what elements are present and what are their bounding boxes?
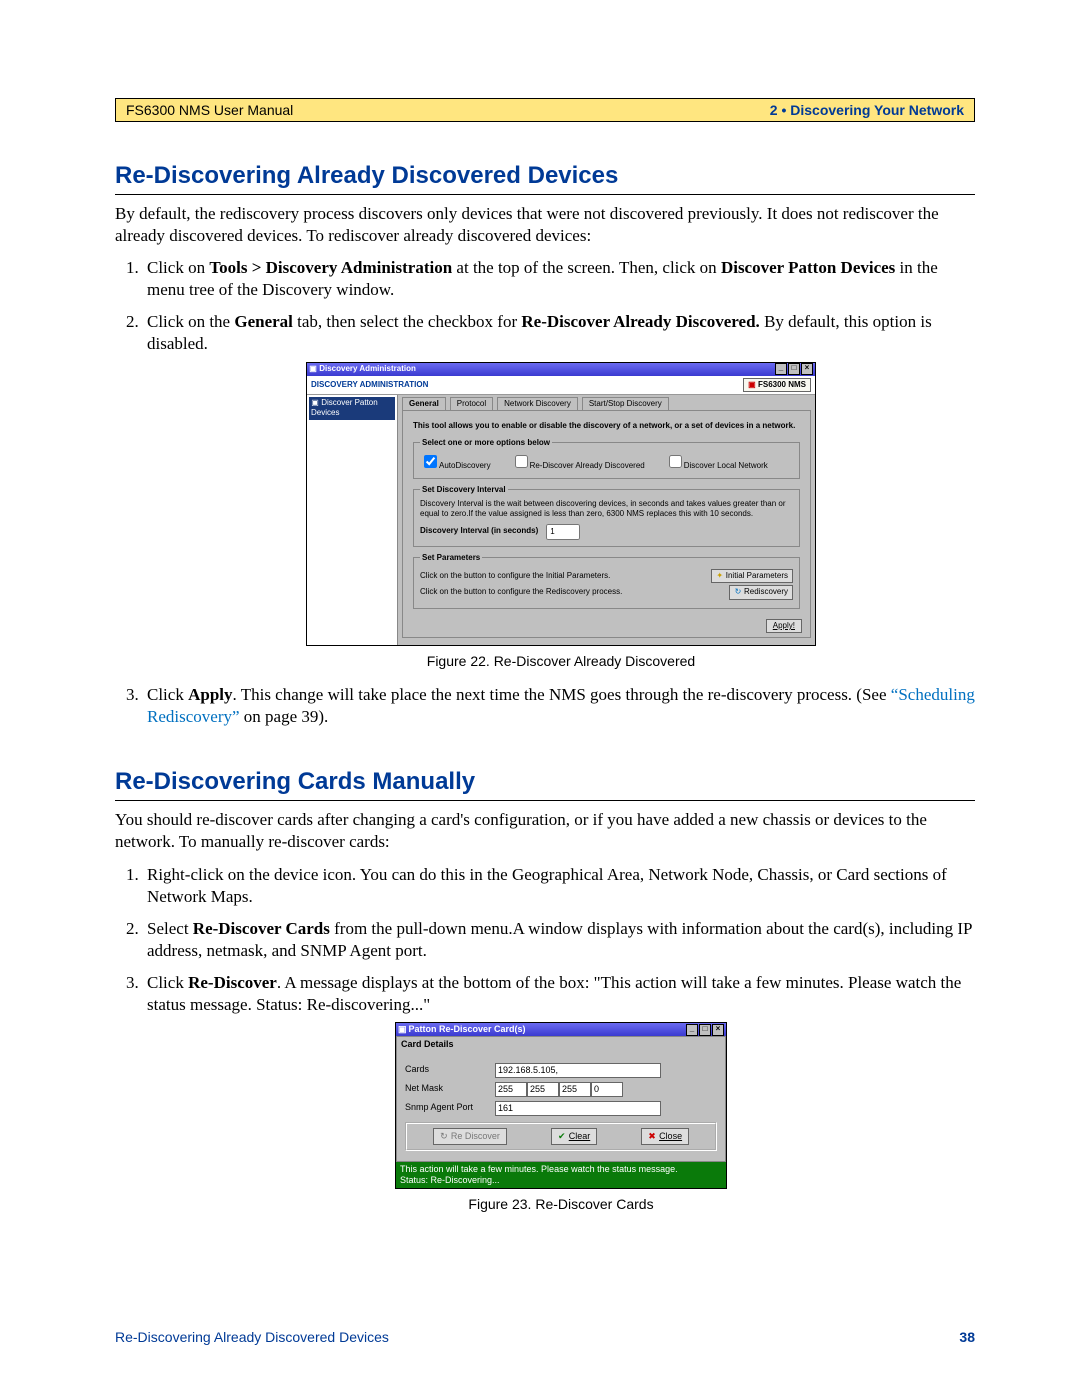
close-button[interactable]: ✖Close	[641, 1128, 689, 1146]
page-footer: Re-Discovering Already Discovered Device…	[115, 1329, 975, 1345]
minimize-icon[interactable]: _	[775, 363, 787, 375]
page-header: FS6300 NMS User Manual 2 • Discovering Y…	[115, 98, 975, 122]
maximize-icon[interactable]: □	[788, 363, 800, 375]
fig23-titlebar: ▣ Patton Re-Discover Card(s) _□×	[396, 1023, 726, 1036]
check-icon: ✔	[558, 1131, 566, 1143]
clear-button[interactable]: ✔Clear	[551, 1128, 598, 1146]
section1-step2: Click on the General tab, then select th…	[143, 311, 975, 670]
refresh-icon: ↻	[734, 587, 742, 597]
fig22-select-options: Select one or more options below AutoDis…	[413, 438, 800, 479]
fig22-discovery-interval: Set Discovery Interval Discovery Interva…	[413, 485, 800, 547]
header-manual-title: FS6300 NMS User Manual	[126, 102, 293, 118]
tab-protocol[interactable]: Protocol	[450, 397, 493, 410]
close-icon[interactable]: ×	[801, 363, 813, 375]
checkbox-rediscover-already[interactable]: Re-Discover Already Discovered	[511, 452, 645, 471]
netmask-octet-1[interactable]	[495, 1082, 527, 1097]
section2-step1: Right-click on the device icon. You can …	[143, 864, 975, 908]
section2-step3: Click Re-Discover. A message displays at…	[143, 972, 975, 1213]
section2-intro: You should re-discover cards after chang…	[115, 809, 975, 853]
fig23-status-bar: This action will take a few minutes. Ple…	[396, 1162, 726, 1188]
netmask-octet-4[interactable]	[591, 1082, 623, 1097]
section-title-rediscover-devices: Re-Discovering Already Discovered Device…	[115, 162, 975, 190]
fig22-description: This tool allows you to enable or disabl…	[413, 421, 800, 431]
fig23-card-details-label: Card Details	[396, 1036, 726, 1053]
tab-general[interactable]: General	[402, 397, 446, 410]
cards-input[interactable]	[495, 1063, 661, 1078]
snmp-port-input[interactable]	[495, 1101, 661, 1116]
section2-step2: Select Re-Discover Cards from the pull-d…	[143, 918, 975, 962]
apply-button[interactable]: Apply!	[766, 619, 802, 633]
gear-icon: ✦	[716, 571, 724, 581]
section1-intro: By default, the rediscovery process disc…	[115, 203, 975, 247]
figure-23-caption: Figure 23. Re-Discover Cards	[147, 1195, 975, 1213]
interval-label: Discovery Interval (in seconds)	[420, 526, 538, 536]
section1-steps: Click on Tools > Discovery Administratio…	[115, 257, 975, 728]
section2-steps: Right-click on the device icon. You can …	[115, 864, 975, 1214]
initial-parameters-button[interactable]: ✦Initial Parameters	[711, 569, 793, 583]
close-icon[interactable]: ×	[712, 1024, 724, 1036]
fig22-tree: ▣ Discover Patton Devices	[307, 395, 398, 645]
section1-step1: Click on Tools > Discovery Administratio…	[143, 257, 975, 301]
footer-page-number: 38	[959, 1329, 975, 1345]
fig22-titlebar: ▣ Discovery Administration _□×	[307, 363, 815, 376]
figure-22-caption: Figure 22. Re-Discover Already Discovere…	[147, 652, 975, 670]
refresh-icon: ↻	[440, 1131, 448, 1143]
figure-23-window: ▣ Patton Re-Discover Card(s) _□× Card De…	[395, 1022, 727, 1189]
snmp-port-label: Snmp Agent Port	[405, 1102, 495, 1114]
maximize-icon[interactable]: □	[699, 1024, 711, 1036]
minimize-icon[interactable]: _	[686, 1024, 698, 1036]
section1-step3: Click Apply. This change will take place…	[143, 684, 975, 728]
x-icon: ✖	[648, 1131, 656, 1143]
rediscovery-button[interactable]: ↻Rediscovery	[729, 585, 793, 599]
checkbox-discover-local[interactable]: Discover Local Network	[665, 452, 768, 471]
header-chapter-title: 2 • Discovering Your Network	[770, 102, 964, 118]
section-rule-2	[115, 800, 975, 801]
netmask-octet-2[interactable]	[527, 1082, 559, 1097]
app-icon: ▣	[398, 1024, 406, 1036]
tree-node-discover-patton[interactable]: ▣ Discover Patton Devices	[309, 397, 395, 420]
fig22-admin-header: DISCOVERY ADMINISTRATION	[311, 380, 428, 390]
fig22-logo: ▣ FS6300 NMS	[743, 378, 811, 392]
interval-input[interactable]	[546, 524, 580, 540]
tree-icon: ▣	[311, 398, 319, 408]
netmask-octet-3[interactable]	[559, 1082, 591, 1097]
tab-start-stop[interactable]: Start/Stop Discovery	[582, 397, 669, 410]
section-rule	[115, 194, 975, 195]
section-title-rediscover-cards: Re-Discovering Cards Manually	[115, 768, 975, 796]
fig22-set-parameters: Set Parameters Click on the button to co…	[413, 553, 800, 609]
rediscover-button[interactable]: ↻Re Discover	[433, 1128, 507, 1146]
checkbox-autodiscovery[interactable]: AutoDiscovery	[420, 452, 491, 471]
app-icon: ▣	[309, 364, 317, 374]
figure-22-window: ▣ Discovery Administration _□× DISCOVERY…	[306, 362, 816, 646]
footer-section-name: Re-Discovering Already Discovered Device…	[115, 1329, 389, 1345]
cards-label: Cards	[405, 1064, 495, 1076]
tab-network-discovery[interactable]: Network Discovery	[497, 397, 578, 410]
netmask-label: Net Mask	[405, 1083, 495, 1095]
